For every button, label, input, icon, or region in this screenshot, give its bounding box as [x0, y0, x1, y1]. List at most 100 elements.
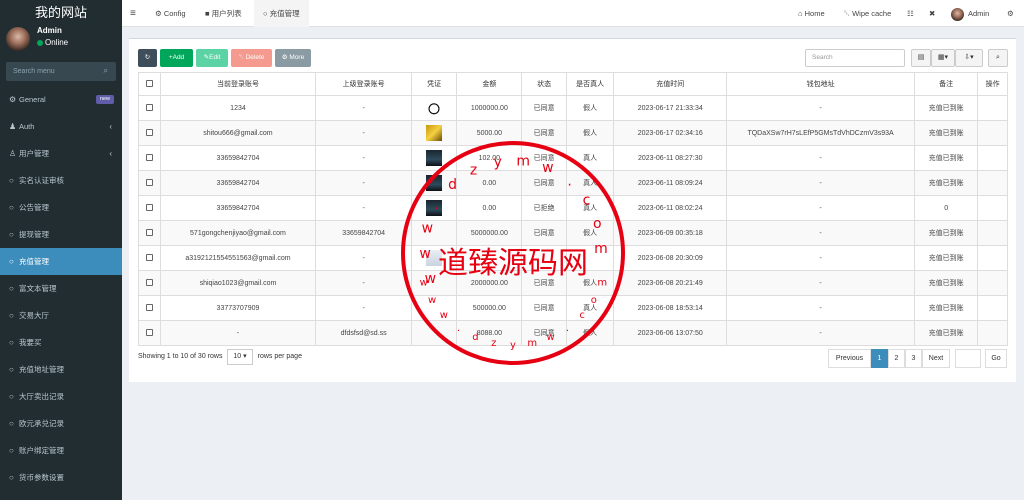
voucher-cell[interactable] — [410, 145, 458, 171]
row-checkbox[interactable] — [138, 245, 161, 271]
actions-cell[interactable] — [977, 145, 1008, 171]
tab-user-list[interactable]: ■ 用户列表 — [198, 0, 249, 27]
menu-toggle-icon[interactable]: ≡ — [130, 0, 136, 27]
actions-cell[interactable] — [977, 195, 1008, 221]
col-header-real[interactable]: 是否真人 — [565, 72, 615, 96]
actions-cell[interactable] — [977, 245, 1008, 271]
actions-cell[interactable] — [977, 320, 1008, 346]
table-row[interactable]: shiqiao1023@gmail.com -2000000.00 已同意 假人 202… — [138, 270, 1008, 296]
sidebar-item-12[interactable]: ○ 欧元承兑记录 — [0, 410, 122, 437]
toggle-view-icon[interactable]: ▤ — [911, 49, 931, 67]
col-header-parent[interactable]: 上级登录账号 — [315, 72, 412, 96]
row-checkbox[interactable] — [138, 95, 161, 121]
sidebar-item-1[interactable]: ♟ Auth ‹ — [0, 113, 122, 140]
col-header-time[interactable]: 充值时间 — [613, 72, 728, 96]
more-button[interactable]: ⚙ More — [275, 49, 311, 67]
export-icon[interactable]: ⇩▾ — [955, 49, 983, 67]
table-row[interactable]: a3192121554551563@gmail.com -2023-06-08 2… — [138, 245, 1008, 271]
table-row[interactable]: 571gongchenjiyao@gmail.com 33659842704 500… — [138, 220, 1008, 246]
per-page-select[interactable]: 10 ▾ — [227, 349, 253, 365]
actions-cell[interactable] — [977, 170, 1008, 196]
voucher-cell[interactable] — [410, 195, 458, 221]
col-header-status[interactable]: 状态 — [521, 72, 567, 96]
table-row[interactable]: 33773707909-500000.00 已同意 真人 2023-06-08 18:… — [138, 295, 1008, 321]
select-all-checkbox[interactable] — [138, 72, 161, 96]
actions-cell[interactable] — [977, 295, 1008, 321]
home-link[interactable]: ⌂ Home — [798, 0, 825, 27]
row-checkbox[interactable] — [138, 170, 161, 196]
row-checkbox[interactable] — [138, 145, 161, 171]
row-checkbox[interactable] — [138, 195, 161, 221]
sidebar-item-13[interactable]: ○ 账户绑定管理 — [0, 437, 122, 464]
sidebar-item-5[interactable]: ○ 提现管理 — [0, 221, 122, 248]
page-2-button[interactable]: 2 — [888, 349, 905, 368]
row-checkbox[interactable] — [138, 320, 161, 346]
go-button[interactable]: Go — [985, 349, 1007, 368]
table-row[interactable]: 33659842704-102.00 已同意 真人 2023-06-11 08:27:… — [138, 145, 1008, 171]
advanced-search-icon[interactable]: ⌕ — [988, 49, 1008, 67]
col-header-account[interactable]: 当前登录账号 — [159, 72, 317, 96]
admin-menu[interactable]: Admin — [951, 0, 989, 27]
sidebar-search-input[interactable]: Search menu — [13, 68, 55, 75]
fullscreen-icon[interactable]: ✖ — [929, 0, 935, 27]
voucher-thumbnail[interactable] — [426, 200, 443, 216]
voucher-cell[interactable] — [410, 320, 458, 346]
settings-gear-icon[interactable]: ⚙ — [1007, 0, 1014, 27]
language-icon[interactable]: ☷ — [907, 0, 914, 27]
page-3-button[interactable]: 3 — [905, 349, 922, 368]
voucher-thumbnail[interactable] — [426, 100, 443, 116]
row-checkbox[interactable] — [138, 120, 161, 146]
table-row[interactable]: - dfdsfsd@sd.ss 8088.00 已同意 假人 2023-06-06 13:… — [138, 320, 1008, 346]
refresh-button[interactable]: ↻ — [138, 49, 157, 67]
voucher-thumbnail[interactable] — [426, 125, 443, 141]
col-header-amount[interactable]: 金额 — [456, 72, 523, 96]
columns-icon[interactable]: ▦▾ — [931, 49, 955, 67]
actions-cell[interactable] — [977, 270, 1008, 296]
site-logo[interactable]: 我的网站 — [0, 0, 122, 27]
col-header-actions[interactable]: 操作 — [977, 72, 1008, 96]
col-header-voucher[interactable]: 凭证 — [410, 72, 458, 96]
voucher-thumbnail[interactable] — [426, 250, 443, 266]
actions-cell[interactable] — [977, 120, 1008, 146]
sidebar-item-10[interactable]: ○ 充值地址管理 — [0, 356, 122, 383]
voucher-cell[interactable] — [410, 245, 458, 271]
sidebar-item-11[interactable]: ○ 大厅卖出记录 — [0, 383, 122, 410]
voucher-cell[interactable] — [410, 170, 458, 196]
page-jump-input[interactable] — [955, 349, 981, 368]
col-header-wallet[interactable]: 钱包地址 — [726, 72, 916, 96]
sidebar-item-7[interactable]: ○ 富文本管理 — [0, 275, 122, 302]
sidebar-item-14[interactable]: ○ 货币参数设置 — [0, 464, 122, 491]
sidebar-item-9[interactable]: ○ 我要买 — [0, 329, 122, 356]
voucher-cell[interactable] — [410, 295, 458, 321]
next-page-button[interactable]: Next — [922, 349, 950, 368]
add-button[interactable]: +Add — [160, 49, 193, 67]
delete-button[interactable]: ␡ Delete — [231, 49, 272, 67]
voucher-thumbnail[interactable] — [426, 150, 443, 166]
sidebar-item-6[interactable]: ○ 充值管理 — [0, 248, 122, 275]
table-row[interactable]: 33659842704-0.00 已同意 真人 2023-06-11 08:09:24… — [138, 170, 1008, 196]
search-icon[interactable]: ⌕ — [104, 66, 108, 76]
sidebar-item-8[interactable]: ○ 交易大厅 — [0, 302, 122, 329]
page-1-button[interactable]: 1 — [871, 349, 888, 368]
actions-cell[interactable] — [977, 220, 1008, 246]
actions-cell[interactable] — [977, 95, 1008, 121]
voucher-cell[interactable] — [410, 220, 458, 246]
previous-page-button[interactable]: Previous — [828, 349, 871, 368]
voucher-cell[interactable] — [410, 120, 458, 146]
row-checkbox[interactable] — [138, 270, 161, 296]
table-row[interactable]: 33659842704-0.00 已拒绝 真人 2023-06-11 08:02:24… — [138, 195, 1008, 221]
edit-button[interactable]: ✎Edit — [196, 49, 228, 67]
row-checkbox[interactable] — [138, 220, 161, 246]
sidebar-item-4[interactable]: ○ 公告管理 — [0, 194, 122, 221]
voucher-thumbnail[interactable] — [426, 175, 443, 191]
wipe-cache-link[interactable]: ␡ Wipe cache — [844, 0, 891, 27]
row-checkbox[interactable] — [138, 295, 161, 321]
voucher-cell[interactable] — [410, 270, 458, 296]
sidebar-item-0[interactable]: ⚙ General new — [0, 86, 122, 113]
tab-config[interactable]: ⚙ Config — [148, 0, 193, 27]
sidebar-item-3[interactable]: ○ 实名认证审核 — [0, 167, 122, 194]
sidebar-item-2[interactable]: ♙ 用户管理 ‹ — [0, 140, 122, 167]
table-search-input[interactable]: Search — [805, 49, 905, 67]
table-row[interactable]: shitou666@gmail.com - 5000.00 已同意 假人 2023-06-… — [138, 120, 1008, 146]
voucher-cell[interactable] — [410, 95, 458, 121]
